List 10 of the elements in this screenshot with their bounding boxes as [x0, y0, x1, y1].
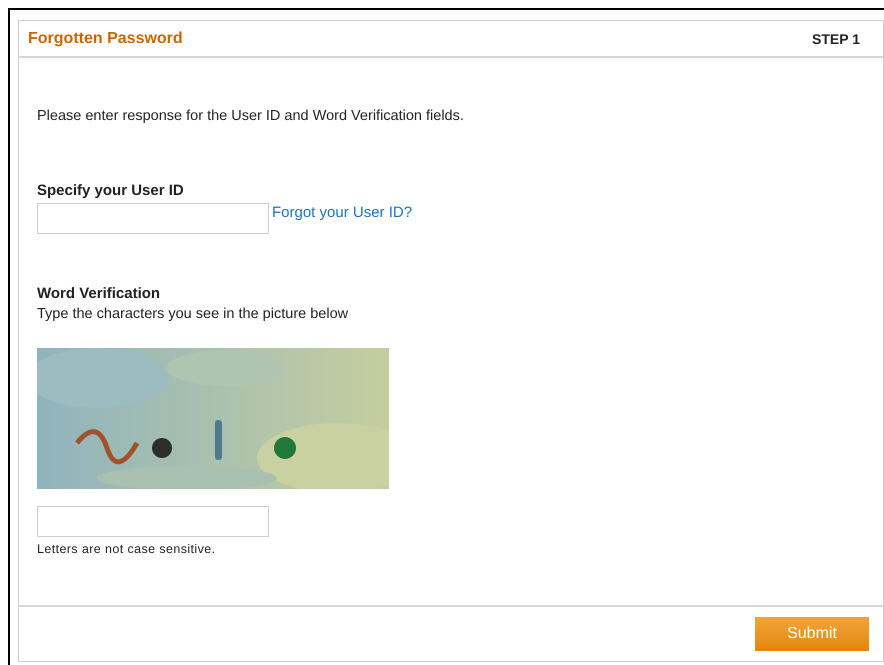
panel-title: Forgotten Password — [28, 30, 183, 48]
verification-label: Word Verification — [37, 285, 160, 302]
case-note: Letters are not case sensitive. — [37, 542, 216, 556]
verification-hint: Type the characters you see in the picture below — [37, 306, 348, 322]
step-label: STEP 1 — [812, 30, 860, 46]
user-id-label: Specify your User ID — [37, 182, 184, 199]
forgot-user-id-link[interactable]: Forgot your User ID? — [272, 204, 412, 221]
user-id-field[interactable] — [37, 203, 269, 234]
intro-text: Please enter response for the User ID and Word Verification fields. — [37, 108, 464, 124]
verification-field[interactable] — [37, 506, 269, 537]
